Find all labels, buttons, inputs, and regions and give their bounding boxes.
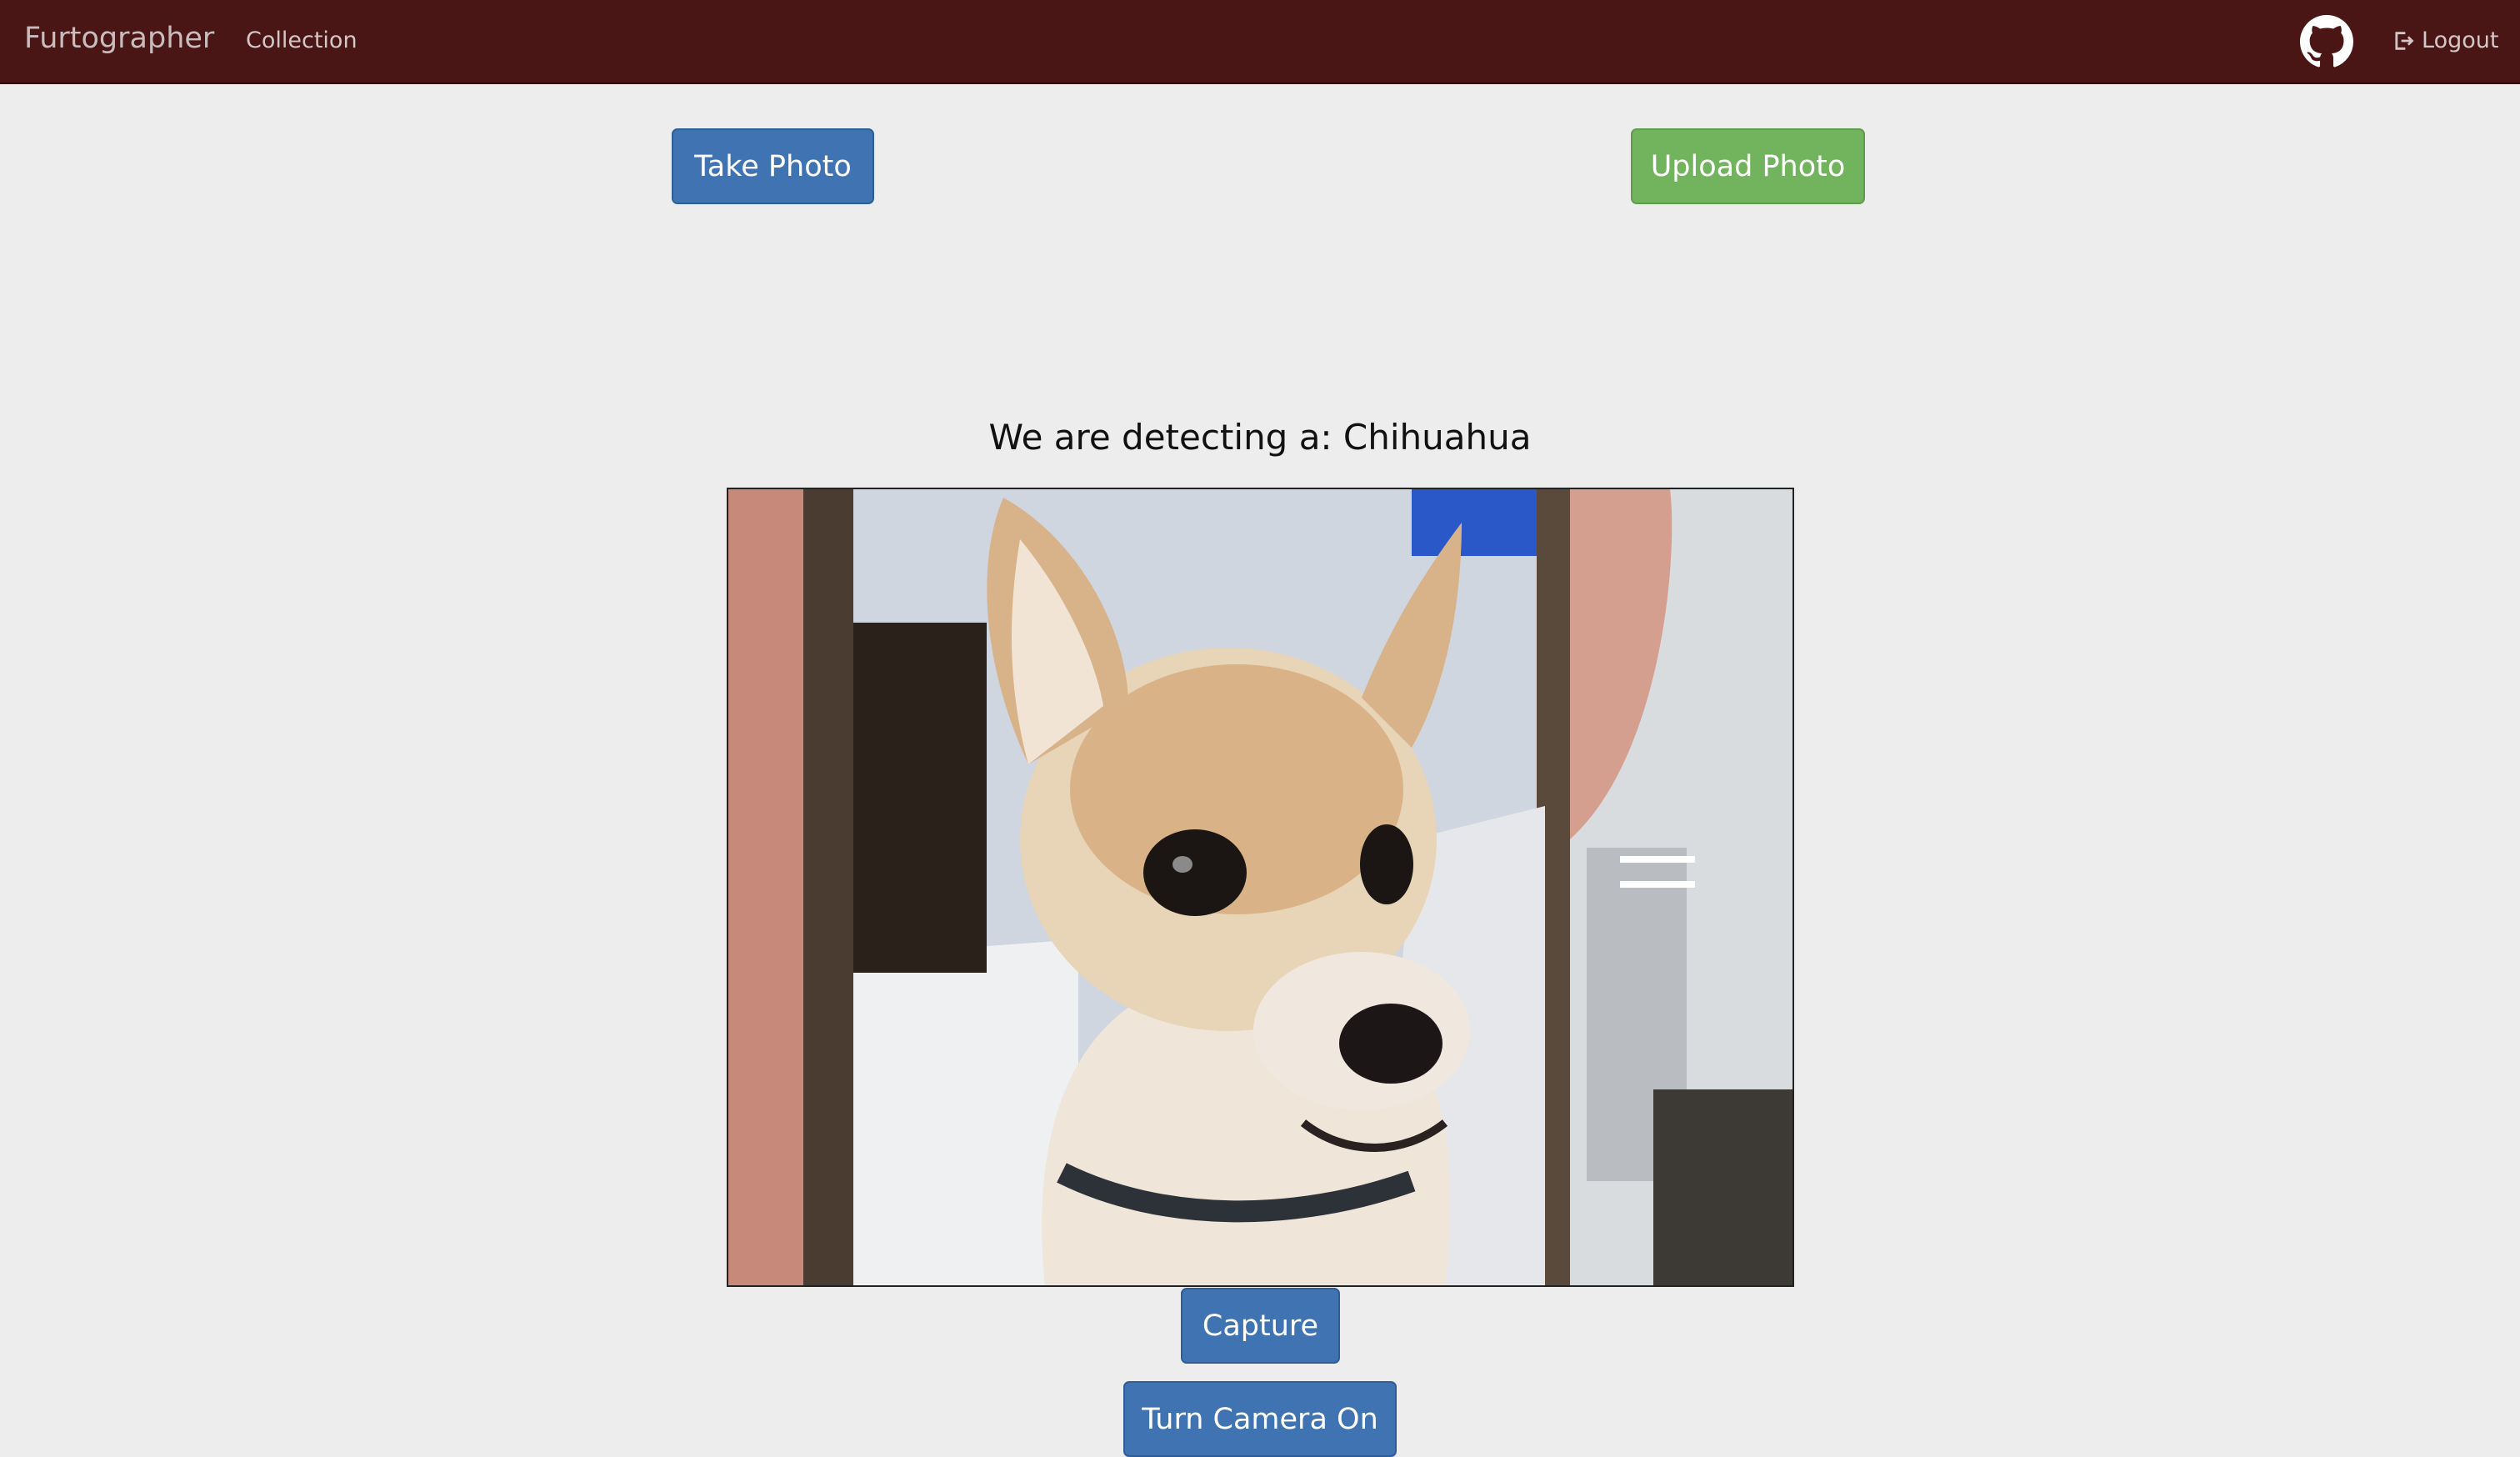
github-icon[interactable] [2300,15,2353,68]
detection-result: We are detecting a: Chihuahua [988,417,1532,458]
take-photo-button[interactable]: Take Photo [672,128,874,204]
navbar: Furtographer Collection Logout [0,0,2520,84]
logout-label: Logout [2422,28,2499,53]
logout-icon [2395,31,2414,50]
capture-button[interactable]: Capture [1181,1288,1340,1364]
turn-camera-on-button[interactable]: Turn Camera On [1123,1381,1397,1457]
nav-link-collection[interactable]: Collection [246,28,358,53]
upload-photo-button[interactable]: Upload Photo [1631,128,1865,204]
logout-link[interactable]: Logout [2392,28,2498,53]
camera-preview-image [727,488,1794,1287]
brand-link[interactable]: Furtographer [24,22,214,55]
